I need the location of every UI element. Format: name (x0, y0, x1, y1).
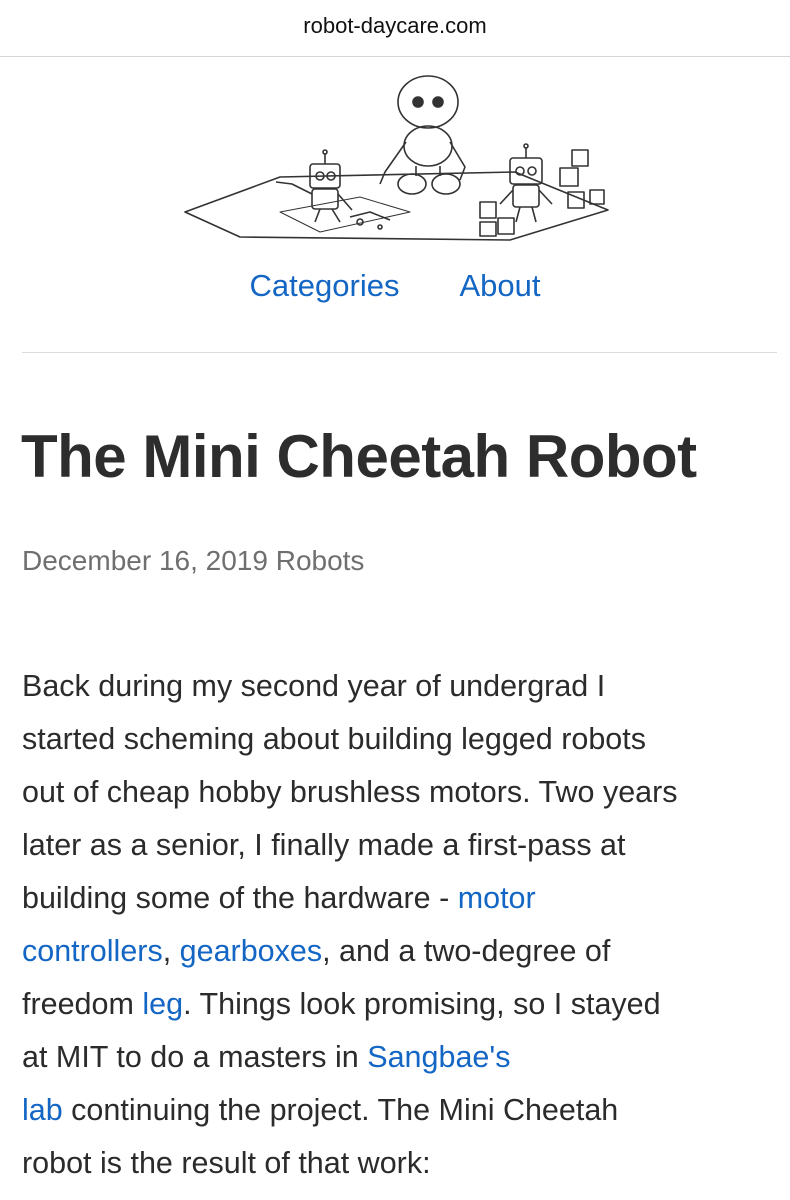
body-text: . Things look promising, so I stayed (183, 987, 661, 1021)
sangbae-lab-link[interactable]: lab (22, 1093, 63, 1127)
address-bar[interactable]: robot-daycare.com (0, 0, 790, 57)
body-line: controllers, gearboxes, and a two-degree… (22, 925, 782, 978)
body-text: , (162, 934, 180, 968)
body-text: at MIT to do a masters in (22, 1040, 368, 1074)
robots-playing-illustration-icon (184, 75, 609, 241)
post-title: The Mini Cheetah Robot (21, 423, 697, 490)
header-divider (22, 352, 777, 353)
body-line: building some of the hardware - motor (22, 872, 782, 925)
body-text: continuing the project. The Mini Cheetah (62, 1093, 619, 1127)
leg-link[interactable]: leg (142, 987, 183, 1021)
nav-categories-link[interactable]: Categories (250, 268, 400, 304)
body-line: Back during my second year of undergrad … (22, 669, 606, 703)
post-meta: December 16, 2019 Robots (22, 545, 364, 577)
body-line: started scheming about building legged r… (22, 722, 646, 756)
motor-controllers-link[interactable]: motor (458, 881, 536, 915)
body-line: freedom leg. Things look promising, so I… (22, 978, 782, 1031)
post-category[interactable]: Robots (276, 545, 365, 576)
sangbae-lab-link[interactable]: Sangbae's (367, 1040, 510, 1074)
body-line: later as a senior, I finally made a firs… (22, 828, 626, 862)
body-text: building some of the hardware - (22, 881, 458, 915)
body-line: out of cheap hobby brushless motors. Two… (22, 775, 678, 809)
main-nav: Categories About (0, 268, 790, 304)
post-body: Back during my second year of undergrad … (22, 660, 782, 1190)
body-text: , and a two-degree of (322, 934, 611, 968)
post-date: December 16, 2019 (22, 545, 268, 576)
body-line: robot is the result of that work: (22, 1146, 431, 1180)
body-text: freedom (22, 987, 143, 1021)
motor-controllers-link[interactable]: controllers (22, 934, 163, 968)
nav-about-link[interactable]: About (459, 268, 540, 304)
body-line: at MIT to do a masters in Sangbae's (22, 1031, 782, 1084)
body-line: lab continuing the project. The Mini Che… (22, 1084, 782, 1137)
url-text: robot-daycare.com (303, 13, 487, 38)
gearboxes-link[interactable]: gearboxes (180, 934, 322, 968)
